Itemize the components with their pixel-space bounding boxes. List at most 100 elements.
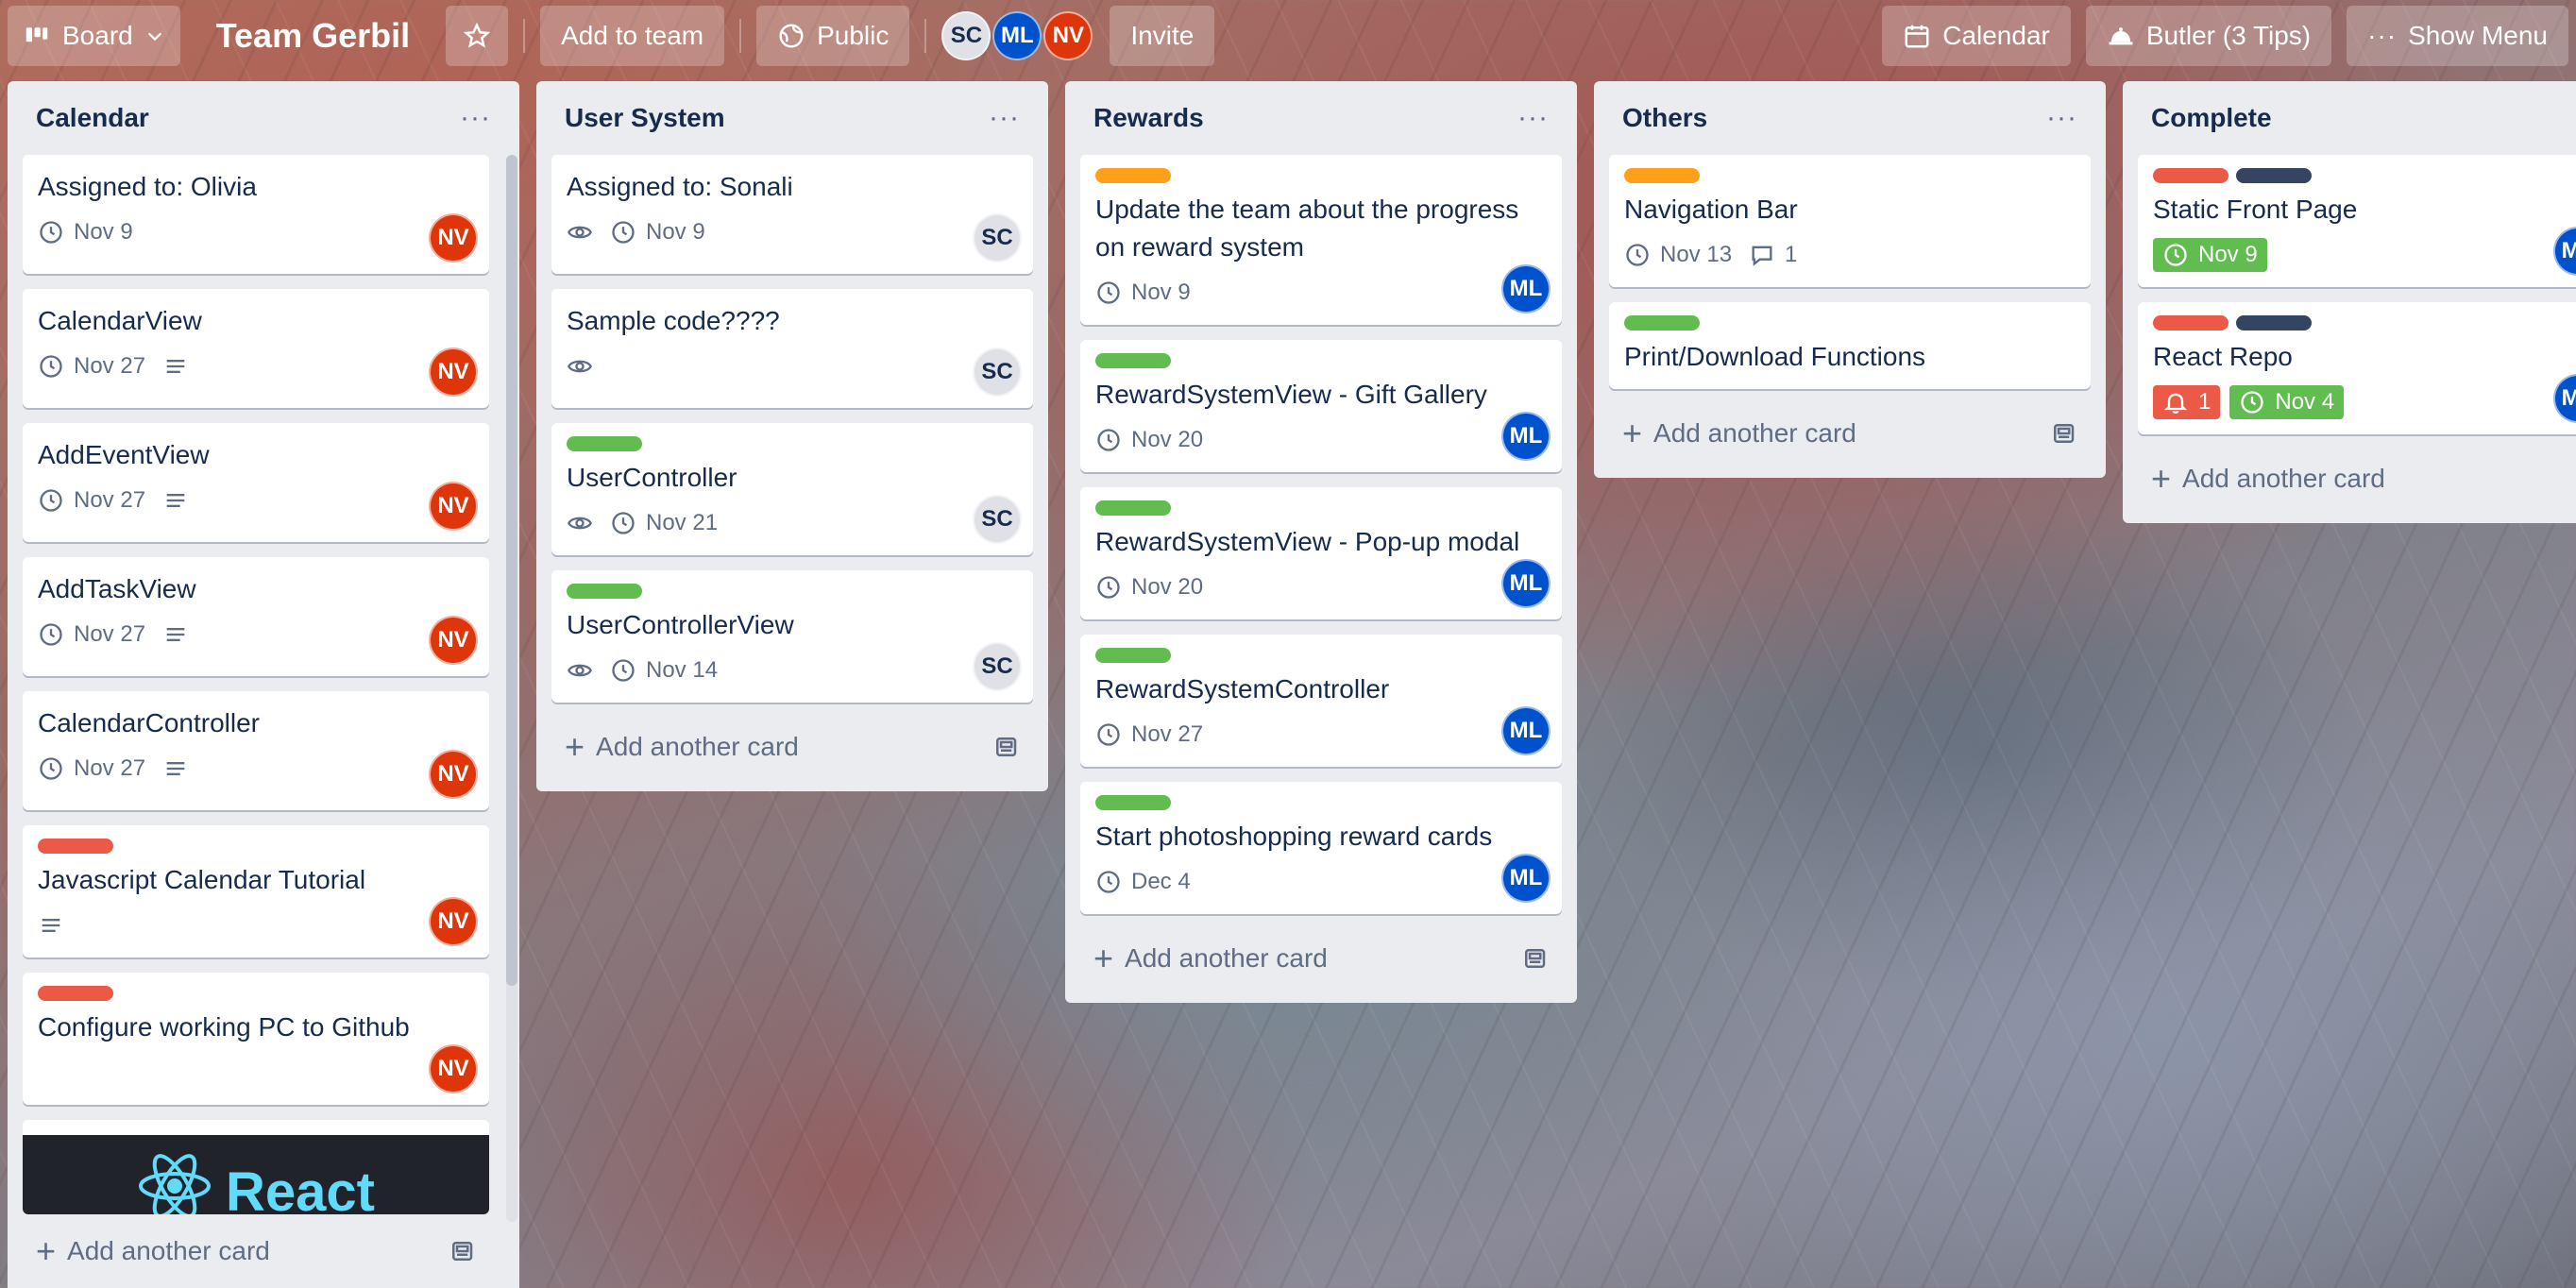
card-title: AddEventView bbox=[38, 440, 210, 469]
card-member-avatar[interactable]: SC bbox=[973, 213, 1022, 263]
member-avatar-nv[interactable]: NV bbox=[1043, 11, 1093, 60]
list-menu-icon[interactable]: ··· bbox=[460, 104, 491, 132]
card[interactable]: AddEventView Nov 27 NV bbox=[23, 423, 489, 542]
due-date-complete-badge[interactable]: Nov 9 bbox=[2153, 238, 2267, 272]
card[interactable]: CalendarController Nov 27 NV bbox=[23, 691, 489, 810]
label-green bbox=[1095, 648, 1171, 663]
star-button[interactable] bbox=[446, 6, 509, 66]
card-member-avatar[interactable]: ML bbox=[1501, 854, 1551, 903]
list-header: Rewards ··· bbox=[1080, 81, 1562, 155]
card[interactable]: CalendarView Nov 27 NV bbox=[23, 289, 489, 408]
board-switcher-button[interactable]: Board bbox=[8, 6, 180, 66]
card[interactable]: Assigned to: Olivia Nov 9 NV bbox=[23, 155, 489, 274]
due-date-complete-badge[interactable]: Nov 4 bbox=[2229, 385, 2345, 419]
description-icon bbox=[162, 353, 189, 380]
card-title: Update the team about the progress on re… bbox=[1095, 195, 1519, 262]
card-member-avatar[interactable]: ML bbox=[1501, 264, 1551, 314]
comment-count: 1 bbox=[1785, 242, 1798, 267]
add-card-button[interactable]: + Add another card bbox=[1080, 929, 1562, 988]
member-avatar-sc[interactable]: SC bbox=[941, 11, 991, 60]
card[interactable]: AddTaskView Nov 27 NV bbox=[23, 557, 489, 676]
due-date-text: Nov 27 bbox=[74, 621, 146, 647]
card[interactable]: Assigned to: Sonali Nov 9 SC bbox=[551, 155, 1033, 274]
member-avatar-ml[interactable]: ML bbox=[992, 11, 1042, 60]
comments-badge: 1 bbox=[1749, 242, 1797, 268]
card[interactable]: Configure working PC to Github NV bbox=[23, 973, 489, 1105]
card[interactable]: UserController Nov 21 SC bbox=[551, 423, 1033, 555]
card-member-avatar[interactable]: NV bbox=[429, 1044, 478, 1093]
show-menu-button[interactable]: ··· Show Menu bbox=[2347, 6, 2568, 66]
invite-button[interactable]: Invite bbox=[1110, 6, 1215, 66]
card-member-avatar[interactable]: NV bbox=[429, 482, 478, 531]
due-date-badge: Nov 27 bbox=[38, 755, 145, 782]
list-menu-icon[interactable]: ··· bbox=[2046, 104, 2077, 132]
due-date-text: Nov 20 bbox=[1131, 427, 1204, 452]
card-member-avatar[interactable]: ML bbox=[1501, 559, 1551, 608]
card-member-avatar[interactable]: NV bbox=[429, 616, 478, 665]
card-title: Static Front Page bbox=[2153, 195, 2358, 224]
card-member-avatar[interactable]: NV bbox=[429, 750, 478, 799]
card[interactable]: RewardSystemController Nov 27 ML bbox=[1080, 635, 1562, 767]
card-member-avatar[interactable]: ML bbox=[1501, 706, 1551, 755]
card-badges: Nov 27 bbox=[1095, 716, 1547, 754]
card-member-avatar[interactable]: NV bbox=[429, 347, 478, 397]
due-date-text: Nov 27 bbox=[74, 487, 146, 513]
add-card-button[interactable]: + Add another card bbox=[1609, 404, 2091, 463]
list-others: Others ··· Navigation Bar Nov 13 1 Print… bbox=[1594, 81, 2106, 478]
list-title[interactable]: Calendar bbox=[36, 103, 149, 133]
card-template-icon[interactable] bbox=[2049, 419, 2077, 448]
card-cover-image[interactable]: React bbox=[23, 1120, 489, 1214]
card[interactable]: Start photoshopping reward cards Dec 4 M… bbox=[1080, 782, 1562, 914]
add-card-button[interactable]: + Add another card bbox=[23, 1222, 489, 1280]
card[interactable]: Javascript Calendar Tutorial NV bbox=[23, 825, 489, 958]
list-title[interactable]: Rewards bbox=[1093, 103, 1204, 133]
label-red bbox=[38, 839, 113, 854]
card-template-icon[interactable] bbox=[991, 733, 1020, 761]
bell-icon bbox=[2163, 393, 2188, 414]
clock-icon bbox=[40, 623, 62, 646]
list-menu-icon[interactable]: ··· bbox=[1517, 104, 1549, 132]
list-title[interactable]: User System bbox=[565, 103, 725, 133]
list-scrollbar-thumb[interactable] bbox=[506, 155, 517, 986]
board-title[interactable]: Team Gerbil bbox=[195, 16, 431, 56]
card[interactable]: Sample code???? SC bbox=[551, 289, 1033, 408]
card[interactable]: Print/Download Functions bbox=[1609, 302, 2091, 389]
card-title: Javascript Calendar Tutorial bbox=[38, 865, 366, 894]
label-green bbox=[1095, 795, 1171, 810]
card-labels bbox=[1095, 795, 1547, 810]
card-title: Start photoshopping reward cards bbox=[1095, 822, 1493, 851]
card-member-avatar[interactable]: SC bbox=[973, 347, 1022, 397]
visibility-button[interactable]: Public bbox=[756, 6, 910, 66]
card-member-avatar[interactable]: SC bbox=[973, 642, 1022, 691]
butler-button[interactable]: Butler (3 Tips) bbox=[2085, 6, 2332, 66]
card[interactable]: Static Front Page Nov 9 ML bbox=[2138, 155, 2576, 287]
card[interactable]: React Repo 1 Nov 4 ML bbox=[2138, 302, 2576, 434]
add-card-button[interactable]: + Add another card bbox=[2138, 449, 2561, 508]
calendar-powerup-button[interactable]: Calendar bbox=[1882, 6, 2071, 66]
card-template-icon[interactable] bbox=[448, 1237, 476, 1265]
card[interactable]: RewardSystemView - Pop-up modal Nov 20 M… bbox=[1080, 487, 1562, 619]
card-badges: Nov 27 bbox=[38, 750, 474, 788]
card[interactable]: UserControllerView Nov 14 SC bbox=[551, 570, 1033, 703]
description-icon bbox=[38, 912, 64, 939]
card-title: Navigation Bar bbox=[1624, 195, 1798, 224]
card-member-avatar[interactable]: NV bbox=[429, 213, 478, 263]
card-member-avatar[interactable]: NV bbox=[429, 897, 478, 946]
due-date-text: Nov 9 bbox=[646, 219, 705, 245]
card[interactable]: Navigation Bar Nov 13 1 bbox=[1609, 155, 2091, 287]
notification-badge[interactable]: 1 bbox=[2153, 385, 2221, 419]
add-to-team-button[interactable]: Add to team bbox=[540, 6, 725, 66]
card-template-icon[interactable] bbox=[1520, 944, 1549, 973]
add-card-button[interactable]: + Add another card bbox=[551, 718, 1033, 776]
board-icon bbox=[25, 27, 48, 42]
list-rewards: Rewards ··· Update the team about the pr… bbox=[1065, 81, 1577, 1003]
card[interactable]: RewardSystemView - Gift Gallery Nov 20 M… bbox=[1080, 340, 1562, 472]
list-title[interactable]: Others bbox=[1622, 103, 1707, 133]
list-scrollbar[interactable] bbox=[506, 155, 517, 1222]
clock-icon bbox=[2164, 244, 2187, 266]
card[interactable]: Update the team about the progress on re… bbox=[1080, 155, 1562, 325]
list-menu-icon[interactable]: ··· bbox=[989, 104, 1020, 132]
list-title[interactable]: Complete bbox=[2151, 103, 2272, 133]
card-member-avatar[interactable]: ML bbox=[1501, 412, 1551, 461]
card-member-avatar[interactable]: SC bbox=[973, 495, 1022, 544]
